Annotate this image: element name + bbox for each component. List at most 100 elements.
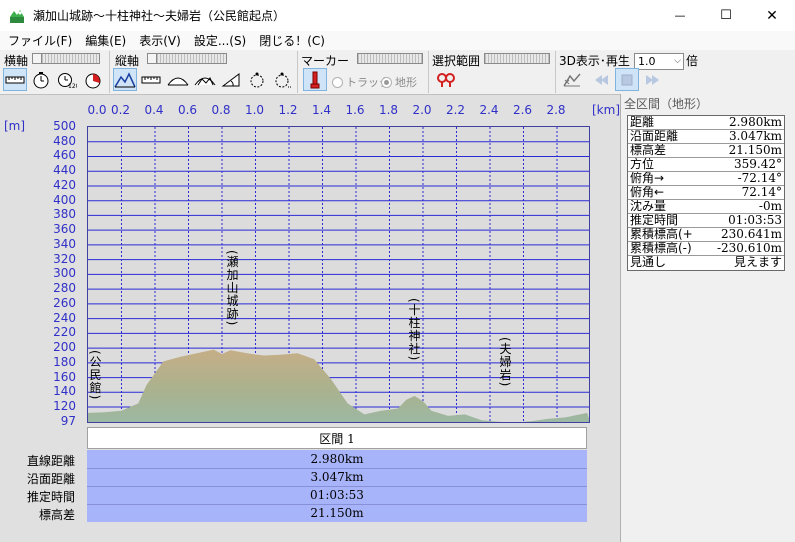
y-tick-label: 120: [53, 399, 76, 414]
view3d-group: 3D表示･再生 1.0 ⌵ 倍: [557, 50, 795, 94]
summary-value: 見えます: [733, 255, 782, 269]
x-tick-label: 1.0: [244, 103, 265, 117]
slope-axis-button[interactable]: [219, 68, 243, 91]
close-icon: ✕: [766, 7, 778, 24]
stat-value-elevation: 21.150m: [310, 506, 364, 520]
selection-slider[interactable]: [484, 53, 550, 64]
y-tick-label: 97: [60, 414, 76, 428]
minimize-button[interactable]: —: [657, 0, 703, 31]
summary-key: 方位: [630, 158, 655, 171]
summary-row: 方位 359.42°: [628, 158, 784, 172]
menu-file[interactable]: ファイル(F): [8, 32, 72, 49]
ruler-axis-button[interactable]: [139, 68, 163, 91]
summary-row: 見通し 見えます: [628, 256, 784, 270]
pie-axis-button[interactable]: [81, 68, 105, 91]
arc-axis-button[interactable]: [166, 68, 190, 91]
maximize-button[interactable]: ☐: [703, 0, 749, 31]
stat-label-surface: 沿面距離: [26, 472, 75, 486]
summary-key: 俯角→: [630, 172, 665, 185]
y-tick-label: 140: [53, 384, 76, 399]
horizontal-axis-slider[interactable]: [32, 53, 100, 64]
ruler-icon: [5, 76, 25, 83]
menu-settings[interactable]: 設定...(S): [194, 32, 246, 49]
clock-120-icon: 120: [58, 72, 77, 89]
summary-value: 230.641m: [720, 227, 782, 241]
marker-pin-icon: [310, 71, 320, 88]
window-title: 瀬加山城跡～十柱神社～夫婦岩（公民館起点）: [33, 9, 286, 23]
summary-key: 沈み量: [630, 200, 667, 213]
summary-panel: 全区間（地形） 距離 2.980km 沿面距離 3.047km 標高差 21.150m 方位…: [620, 94, 795, 542]
terrain-axis-button[interactable]: [113, 68, 137, 91]
menu-close[interactable]: 閉じる！(C): [259, 32, 325, 49]
y-tick-label: 280: [53, 281, 76, 296]
summary-value: -0m: [758, 199, 782, 213]
elevation-area: [88, 349, 589, 422]
x-tick-label: 0.6: [177, 103, 198, 117]
summary-row: 沿面距離 3.047km: [628, 130, 784, 144]
section-header[interactable]: 区間 1: [87, 427, 587, 449]
arc-bump-axis-button[interactable]: [193, 68, 217, 91]
radio-track-dot: [332, 76, 343, 88]
summary-key: 累積標高(-): [630, 242, 692, 255]
summary-key: 見通し: [630, 256, 667, 269]
close-button[interactable]: ✕: [749, 0, 795, 31]
stat-value-straight: 2.980km: [310, 452, 364, 466]
stat-value-time: 01:03:53: [310, 488, 364, 502]
hiker-axis-button[interactable]: [245, 68, 269, 91]
svg-text:120: 120: [68, 83, 77, 89]
y-tick-label: 260: [53, 295, 76, 310]
x-tick-label: 2.4: [479, 103, 499, 117]
chevron-down-icon: ⌵: [674, 56, 681, 66]
vertical-axis-group: 縦軸: [111, 50, 297, 94]
time-120-axis-button[interactable]: 120: [55, 68, 79, 91]
summary-value: -72.14°: [737, 171, 782, 185]
waypoint-annotation: (瀬加山城跡): [225, 250, 239, 327]
menu-edit[interactable]: 編集(E): [85, 32, 126, 49]
selection-pin-button[interactable]: [434, 68, 458, 91]
elevation-chart-svg: [88, 127, 589, 422]
section-label: 区間 1: [319, 431, 355, 446]
summary-key: 俯角←: [630, 186, 665, 199]
x-tick-label: 0.0: [87, 103, 107, 117]
horizontal-axis-group: 横軸 120: [0, 50, 108, 94]
title-bar: 瀬加山城跡～十柱神社～夫婦岩（公民館起点） — ☐ ✕: [0, 0, 795, 31]
x-tick-label: 2.0: [412, 103, 432, 117]
radio-terrain-label: 地形: [395, 76, 417, 89]
stop-button[interactable]: [615, 68, 639, 91]
y-tick-label: 500: [53, 119, 76, 133]
marker-slider[interactable]: [357, 53, 423, 64]
distance-axis-button[interactable]: [3, 68, 27, 91]
time-axis-button[interactable]: [29, 68, 53, 91]
speed-unit: 倍: [686, 54, 699, 68]
y-tick-label: 300: [53, 266, 76, 281]
waypoint-annotation: (十柱神社): [407, 298, 421, 362]
stat-divider: [87, 486, 587, 487]
marker-button[interactable]: [303, 68, 327, 91]
summary-value: 01:03:53: [728, 213, 782, 227]
y-tick-label: 160: [53, 369, 76, 384]
view3d-button[interactable]: [560, 68, 584, 91]
radio-terrain[interactable]: 地形: [381, 74, 417, 90]
next-button[interactable]: [641, 68, 665, 91]
summary-key: 沿面距離: [630, 130, 679, 143]
y-tick-label: 320: [53, 251, 76, 266]
pie-icon: [85, 73, 101, 88]
prev-button[interactable]: [589, 68, 613, 91]
y-tick-label: 420: [53, 177, 76, 192]
hiker-dots-axis-button[interactable]: [271, 68, 295, 91]
y-tick-label: 200: [53, 340, 76, 355]
menu-view[interactable]: 表示(V): [139, 32, 181, 49]
section-stats: 2.980km 3.047km 01:03:53 21.150m: [87, 450, 587, 522]
summary-value: 3.047km: [728, 129, 782, 143]
summary-row: 俯角→ -72.14°: [628, 172, 784, 186]
mountain-icon: [114, 71, 136, 87]
slope-icon: [221, 72, 240, 86]
y-tick-label: 340: [53, 236, 76, 251]
elevation-plot[interactable]: [87, 126, 590, 423]
summary-key: 距離: [630, 116, 655, 129]
summary-row: 累積標高(+) 230.641m: [628, 228, 784, 242]
waypoint-annotation: (公民館): [88, 350, 102, 401]
stop-icon: [621, 74, 633, 85]
vertical-axis-slider[interactable]: [147, 53, 227, 64]
x-tick-label: 2.6: [512, 103, 533, 117]
